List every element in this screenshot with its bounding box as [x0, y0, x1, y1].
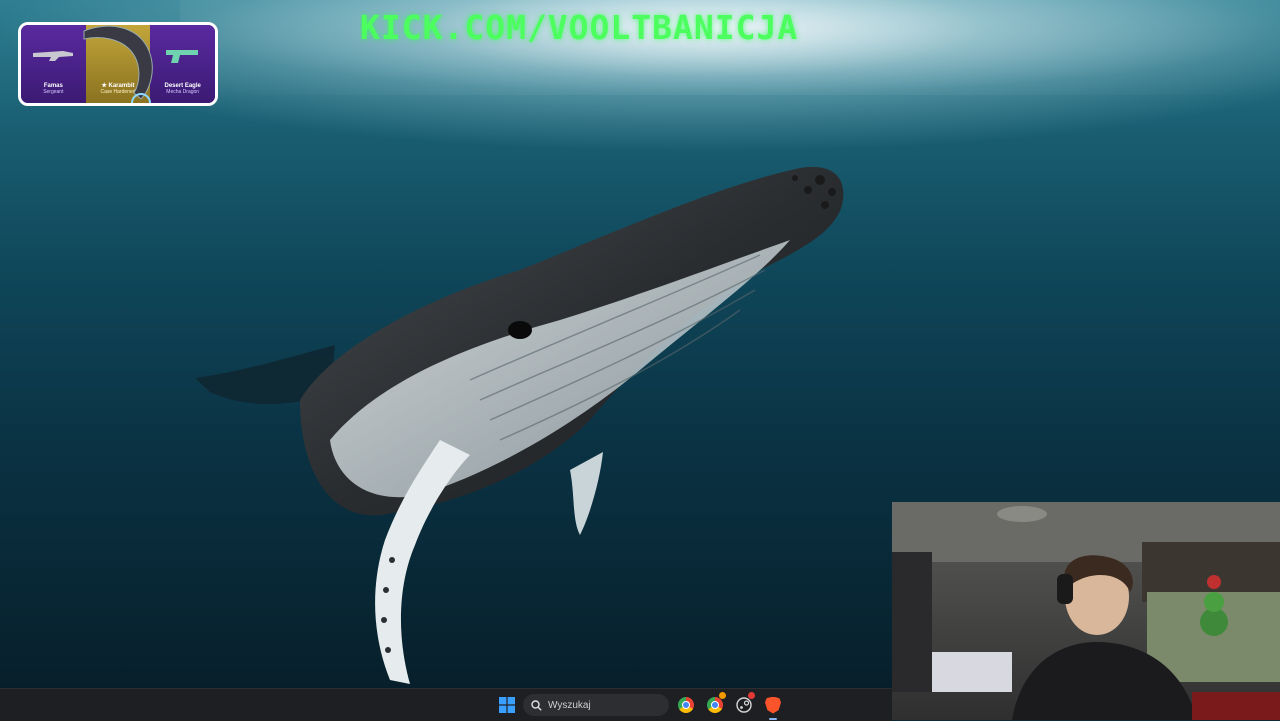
- case-item-famas: Famas Sergeant: [21, 25, 86, 103]
- stream-url-overlay: KICK.COM/VOOLTBANICJA: [360, 8, 799, 47]
- chrome-icon: [707, 697, 723, 713]
- notification-badge: [748, 692, 755, 699]
- search-icon: [531, 699, 542, 711]
- brave-icon: [765, 696, 781, 714]
- taskbar-chrome-button[interactable]: [675, 694, 697, 716]
- notification-badge: [719, 692, 726, 699]
- taskbar: Wyszukaj: [0, 688, 892, 721]
- rifle-icon: [33, 51, 73, 61]
- taskbar-chrome-profile-button[interactable]: [704, 692, 726, 716]
- case-opening-widget: Famas Sergeant ★ Karambit Case Hardened …: [18, 22, 218, 106]
- case-item-skin: Mecha Dragon: [166, 89, 200, 95]
- streamer-camera-image: [892, 502, 1280, 720]
- chrome-icon: [678, 697, 694, 713]
- taskbar-search-box[interactable]: Wyszukaj: [523, 694, 669, 716]
- case-item-skin: Sergeant: [43, 89, 64, 95]
- steam-icon: [736, 697, 752, 713]
- search-placeholder: Wyszukaj: [548, 699, 591, 711]
- webcam-feed: [892, 502, 1280, 720]
- karambit-knife-icon: [83, 25, 153, 103]
- start-button[interactable]: [497, 694, 517, 716]
- taskbar-brave-button[interactable]: [762, 694, 784, 720]
- taskbar-steam-button[interactable]: [733, 692, 755, 716]
- windows-start-icon: [499, 697, 515, 713]
